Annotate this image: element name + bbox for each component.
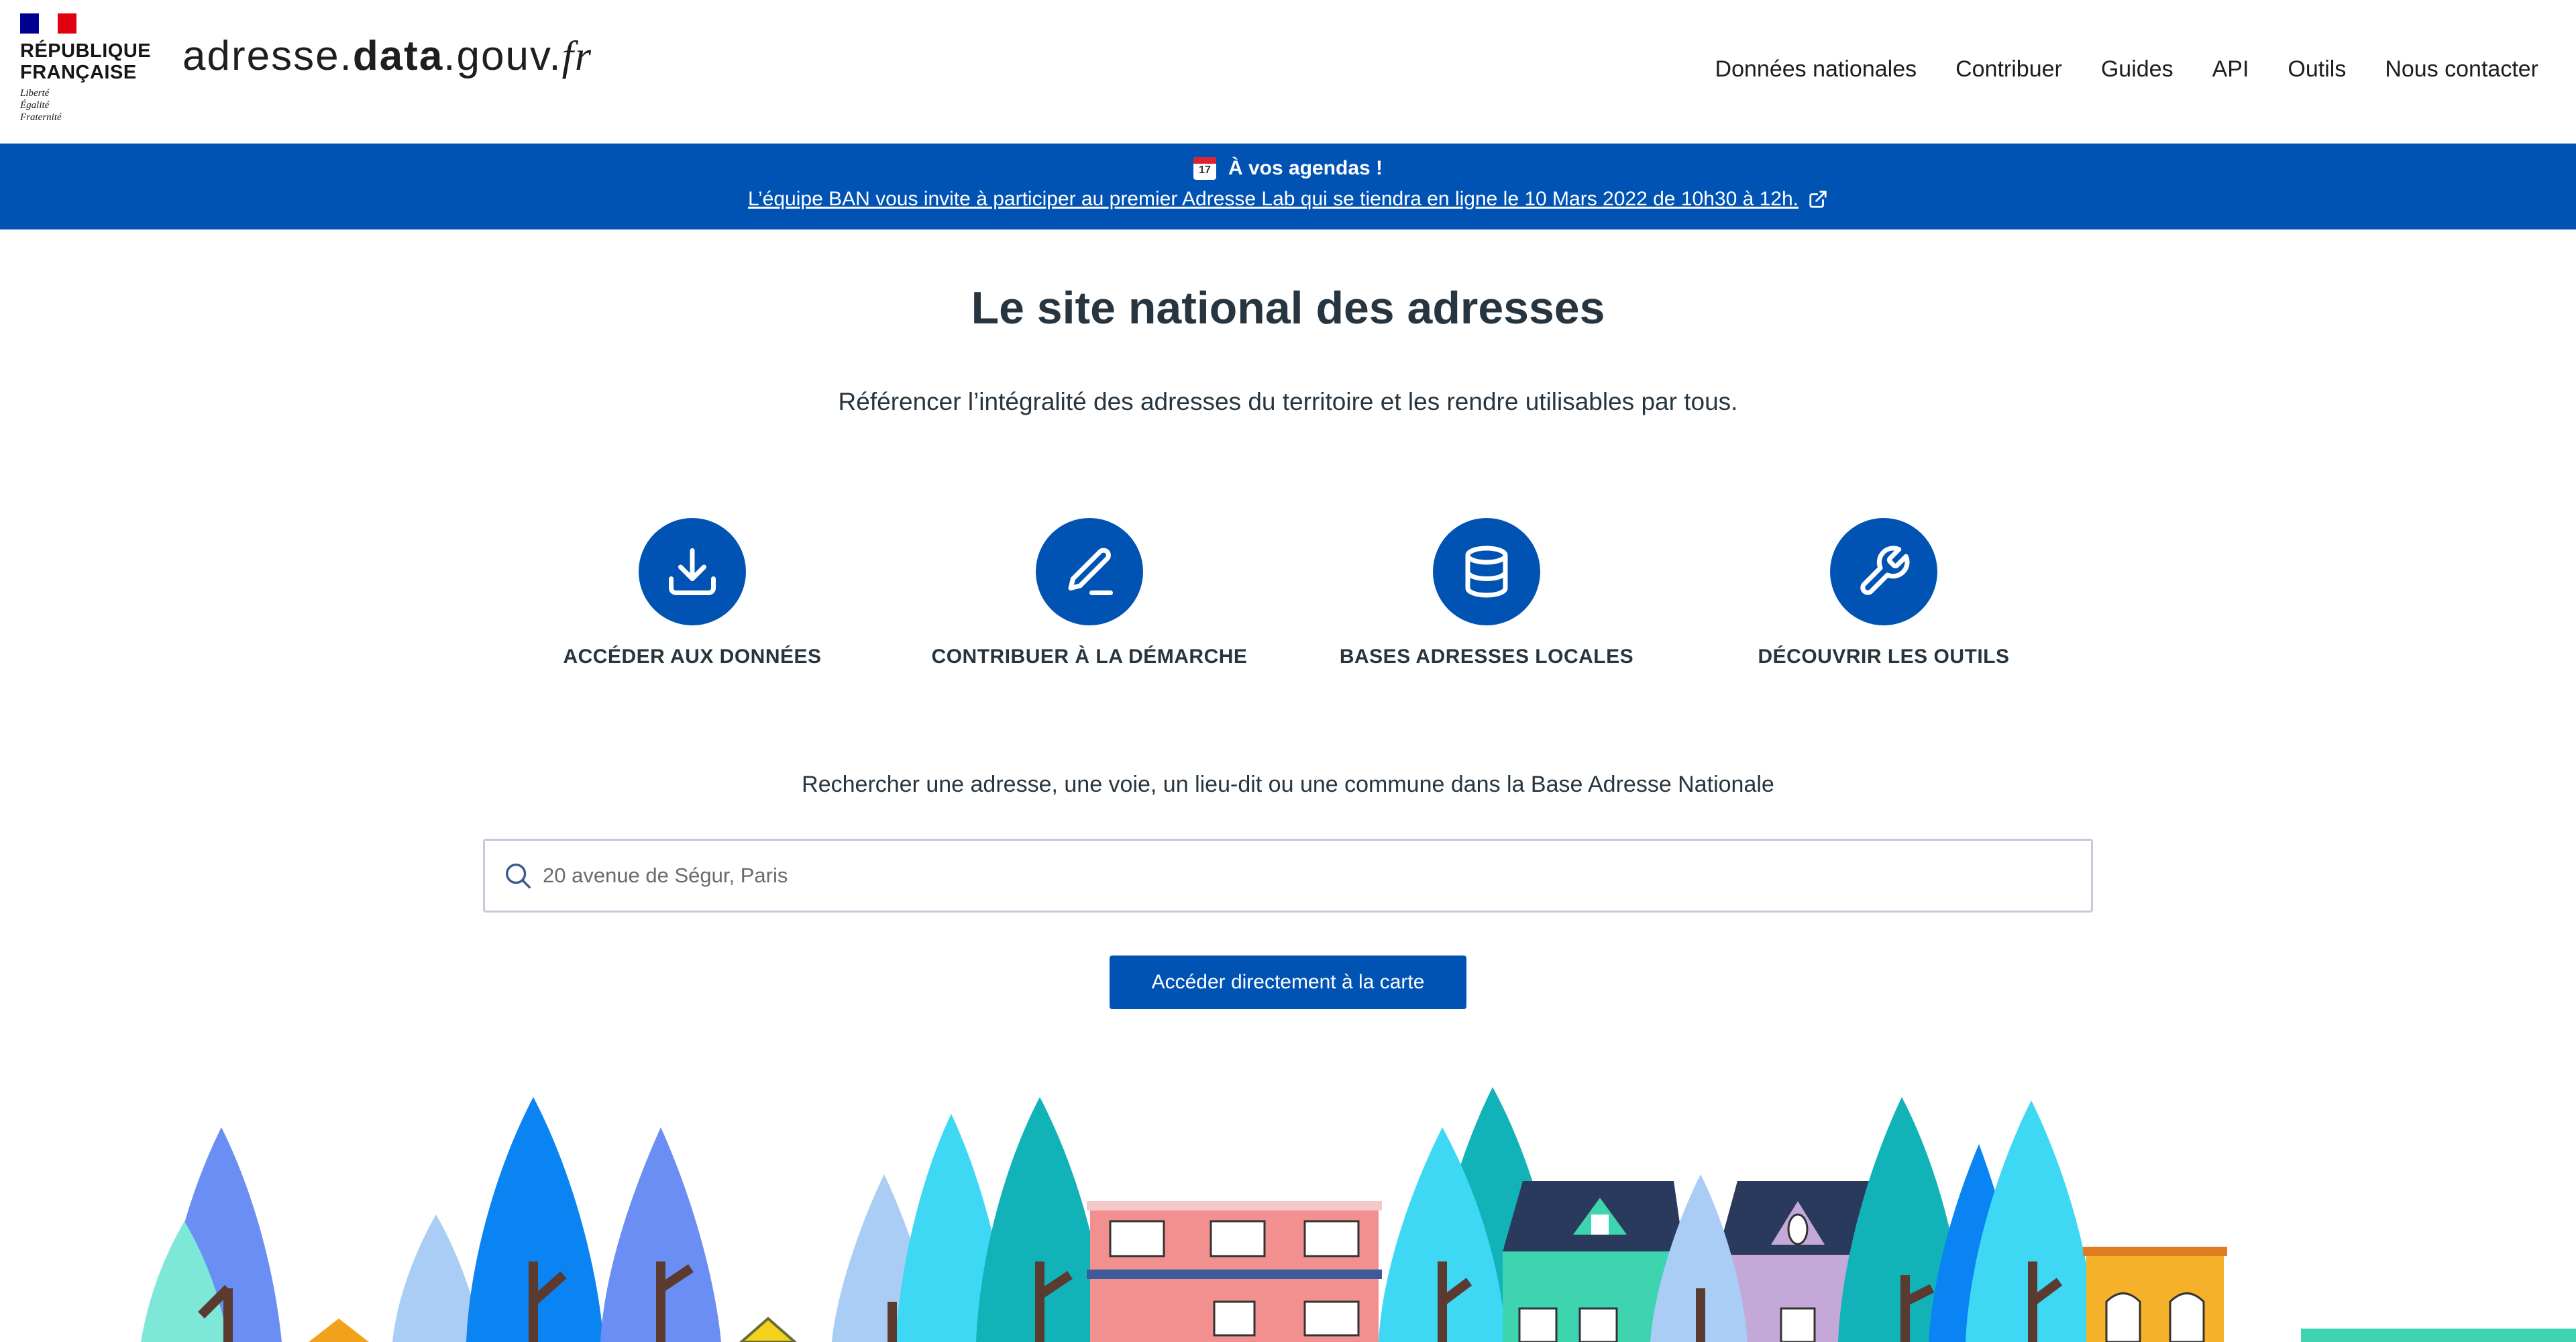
- shortcut-label: BASES ADRESSES LOCALES: [1339, 646, 1634, 668]
- shortcut-acceder-donnees[interactable]: ACCÉDER AUX DONNÉES: [531, 518, 853, 668]
- town-illustration: [141, 1087, 2576, 1342]
- download-icon: [669, 548, 716, 595]
- page-subtitle: Référencer l’intégralité des adresses du…: [838, 388, 1738, 415]
- banner-link[interactable]: L’équipe BAN vous invite à participer au…: [748, 188, 1799, 211]
- site-title-part2: data: [352, 33, 444, 79]
- shortcut-circle: [1036, 518, 1143, 625]
- search-box: [483, 839, 2093, 913]
- site-title-link[interactable]: adresse.data.gouv.fr: [182, 32, 592, 81]
- shortcut-label: ACCÉDER AUX DONNÉES: [563, 646, 822, 668]
- site-title-part3: .gouv.: [443, 33, 562, 79]
- search-icon: [505, 863, 531, 888]
- announcement-banner: À vos agendas ! L’équipe BAN vous invite…: [0, 144, 2576, 229]
- wrench-icon: [1860, 546, 1910, 595]
- external-link-icon: [1809, 191, 1827, 208]
- republic-name: RÉPUBLIQUE FRANÇAISE: [20, 40, 152, 83]
- nav-item-donnees-nationales[interactable]: Données nationales: [1715, 56, 1917, 83]
- shortcut-contribuer[interactable]: CONTRIBUER À LA DÉMARCHE: [928, 518, 1250, 668]
- pencil-icon: [1068, 548, 1113, 595]
- nav-item-contribuer[interactable]: Contribuer: [1955, 56, 2062, 83]
- republic-motto: Liberté Égalité Fraternité: [20, 88, 62, 123]
- banner-link-row: L’équipe BAN vous invite à participer au…: [0, 188, 2576, 211]
- nav-item-outils[interactable]: Outils: [2288, 56, 2346, 83]
- shortcut-circle: [1830, 518, 1937, 625]
- shortcut-bases-adresses-locales[interactable]: BASES ADRESSES LOCALES: [1326, 518, 1648, 668]
- shortcut-list: ACCÉDER AUX DONNÉES CONTRIBUER À LA DÉMA…: [0, 518, 2576, 672]
- nav-item-api[interactable]: API: [2212, 56, 2249, 83]
- database-icon: [1465, 546, 1508, 598]
- banner-title-row: À vos agendas !: [0, 157, 2576, 180]
- page-title: Le site national des adresses: [971, 282, 1605, 333]
- republique-francaise-logo[interactable]: RÉPUBLIQUE FRANÇAISE Liberté Égalité Fra…: [20, 13, 154, 134]
- nav-item-nous-contacter[interactable]: Nous contacter: [2385, 56, 2538, 83]
- main-nav: Données nationales Contribuer Guides API…: [1715, 56, 2538, 83]
- nav-item-guides[interactable]: Guides: [2101, 56, 2174, 83]
- banner-title: À vos agendas !: [1228, 157, 1383, 179]
- shortcut-decouvrir-outils[interactable]: DÉCOUVRIR LES OUTILS: [1723, 518, 2045, 668]
- calendar-icon: [1193, 157, 1216, 180]
- map-access-button[interactable]: Accéder directement à la carte: [1110, 956, 1466, 1009]
- site-title-part4: fr: [561, 34, 592, 79]
- site-title-part1: adresse.: [182, 33, 353, 79]
- marianne-flag-icon: [20, 13, 76, 34]
- search-hint: Rechercher une adresse, une voie, un lie…: [802, 772, 1774, 797]
- shortcut-circle: [1433, 518, 1540, 625]
- address-search-input[interactable]: [543, 864, 2019, 888]
- shortcut-circle: [639, 518, 746, 625]
- site-header: RÉPUBLIQUE FRANÇAISE Liberté Égalité Fra…: [0, 0, 2576, 144]
- shortcut-label: CONTRIBUER À LA DÉMARCHE: [931, 646, 1248, 668]
- shortcut-label: DÉCOUVRIR LES OUTILS: [1758, 646, 2010, 668]
